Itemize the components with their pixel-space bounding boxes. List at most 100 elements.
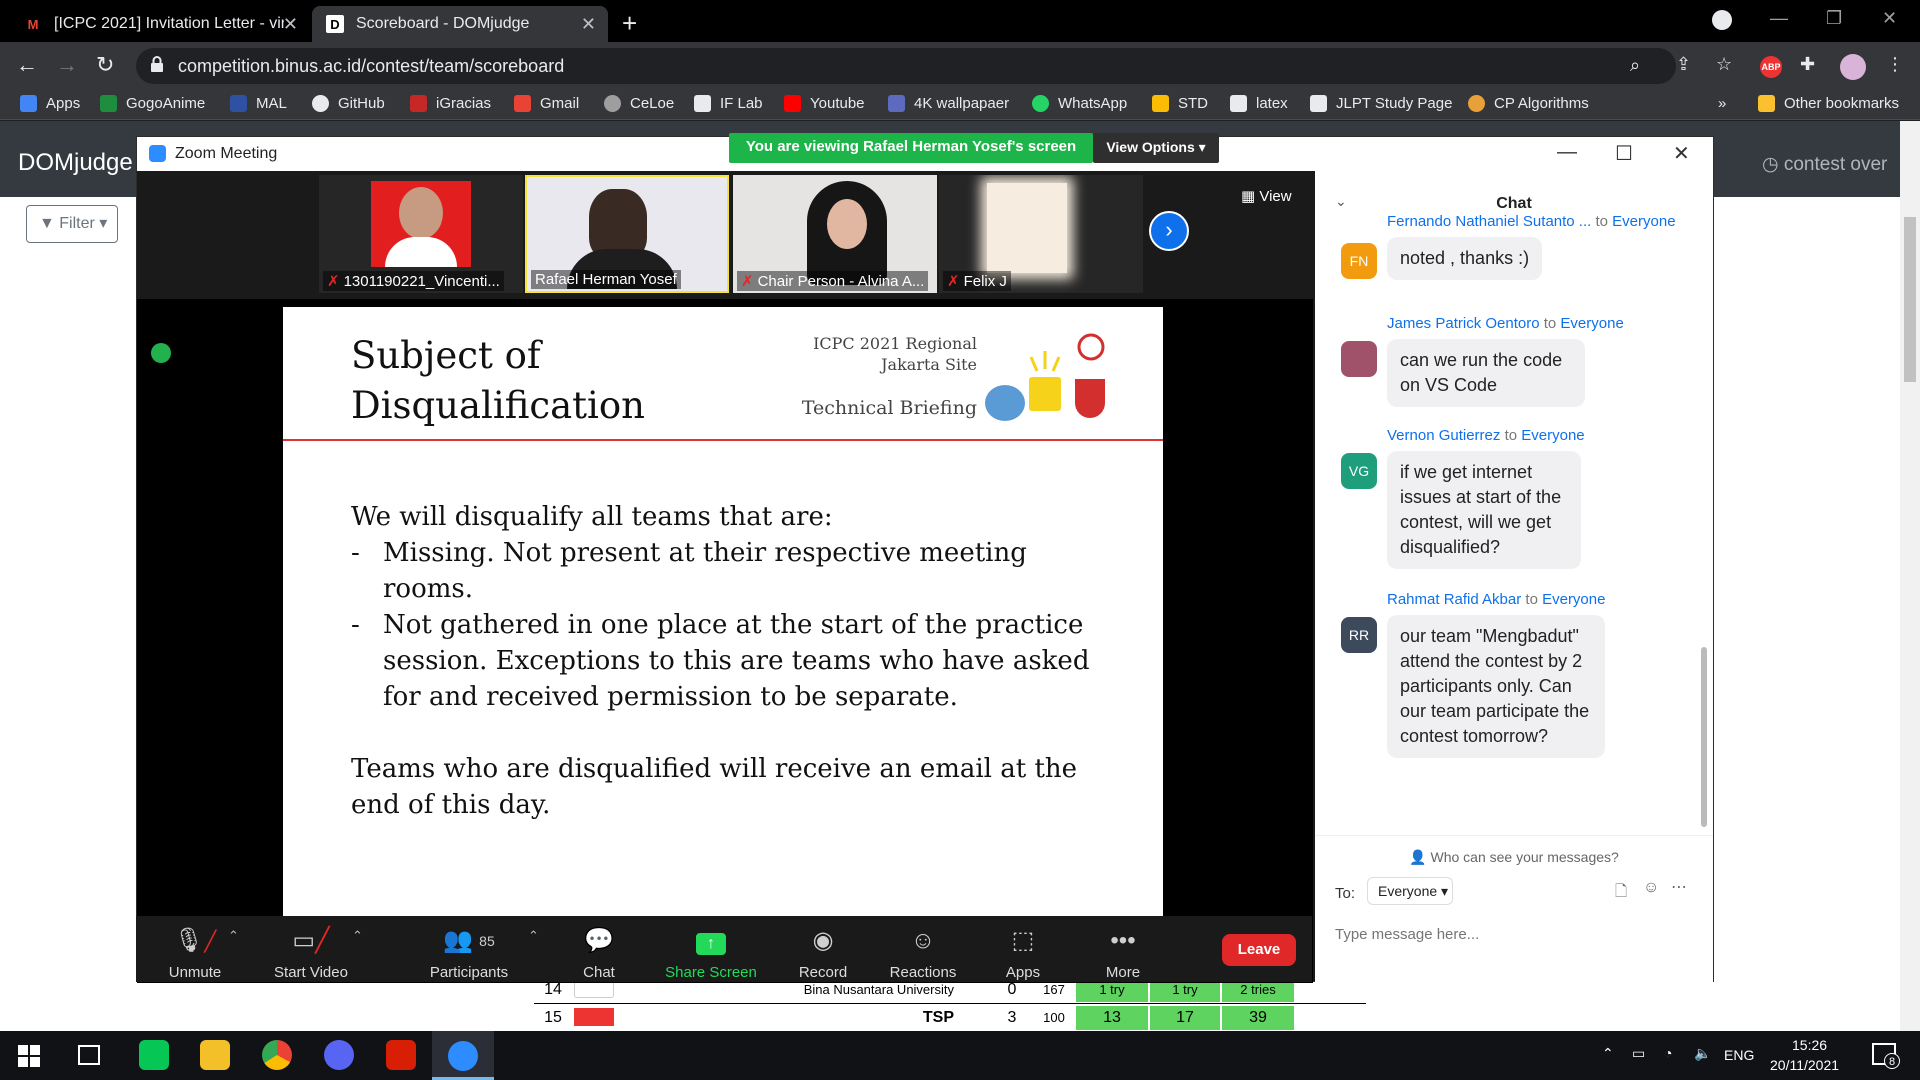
participant-tile[interactable]: Rafael Herman Yosef: [525, 175, 729, 293]
chat-message-input[interactable]: [1335, 919, 1695, 949]
leave-button[interactable]: Leave: [1222, 934, 1296, 966]
table-row[interactable]: 15 TSP 3 100 13 17 39: [534, 1004, 1366, 1032]
chat-button[interactable]: 💬 Chat: [544, 926, 654, 981]
acrobat-icon[interactable]: [386, 1040, 416, 1070]
bookmark-other[interactable]: Other bookmarks: [1758, 95, 1899, 112]
bookmark-mal[interactable]: MAL: [230, 95, 287, 112]
gallery-next-icon[interactable]: ›: [1149, 211, 1189, 251]
more-button[interactable]: ••• More: [1068, 926, 1178, 981]
bookmarks-overflow-icon[interactable]: »: [1718, 95, 1726, 112]
tab-search-icon[interactable]: [1712, 10, 1732, 30]
notification-icon[interactable]: 8: [1872, 1043, 1900, 1069]
whatsapp-icon: [1032, 95, 1049, 112]
gmail-icon: [514, 95, 531, 112]
page-scrollbar[interactable]: [1900, 121, 1920, 1031]
bookmark-cp-algorithms[interactable]: CP Algorithms: [1468, 95, 1589, 112]
bookmark-wallpaper[interactable]: 4K wallpapaer: [888, 95, 1009, 112]
bookmark-youtube[interactable]: Youtube: [784, 95, 865, 112]
reactions-icon: ☺: [910, 927, 936, 954]
chrome-icon[interactable]: [262, 1040, 292, 1070]
wifi-icon[interactable]: ◔: [1664, 1045, 1672, 1061]
who-can-see-link[interactable]: 👤 Who can see your messages?: [1315, 849, 1713, 866]
tab-scoreboard[interactable]: D Scoreboard - DOMjudge ✕: [312, 6, 608, 42]
chat-recipient-select[interactable]: Everyone ▾: [1367, 877, 1453, 905]
emoji-icon[interactable]: ☺: [1643, 879, 1659, 897]
bookmark-latex[interactable]: latex: [1230, 95, 1288, 112]
participant-tile[interactable]: ✗ 1301190221_Vincenti...: [319, 175, 523, 293]
apps-button[interactable]: ⬚ Apps: [968, 926, 1078, 981]
menu-icon[interactable]: ⋮: [1886, 54, 1904, 75]
chat-bubble: can we run the code on VS Code: [1387, 339, 1585, 407]
adblock-icon[interactable]: ABP: [1760, 56, 1782, 78]
scrollbar-thumb[interactable]: [1904, 217, 1916, 382]
chevron-up-icon[interactable]: ⌃: [352, 928, 363, 944]
maximize-icon[interactable]: ☐: [1615, 141, 1633, 166]
close-icon[interactable]: ✕: [283, 14, 298, 35]
view-options-button[interactable]: View Options ▾: [1093, 133, 1219, 163]
start-video-button[interactable]: ▭╱ Start Video: [256, 926, 366, 981]
bookmark-gmail[interactable]: Gmail: [514, 95, 579, 112]
reload-icon[interactable]: ↻: [96, 52, 114, 78]
participants-button[interactable]: 👥 85 Participants: [414, 926, 524, 981]
forward-icon[interactable]: →: [56, 52, 78, 78]
participant-tile[interactable]: ✗ Chair Person - Alvina A...: [733, 175, 937, 293]
file-icon[interactable]: 🗋: [1615, 881, 1627, 906]
address-bar[interactable]: competition.binus.ac.id/contest/team/sco…: [136, 48, 1676, 84]
gallery-view-button[interactable]: ▦ View: [1241, 187, 1292, 205]
discord-icon[interactable]: [324, 1040, 354, 1070]
windows-start-icon[interactable]: [18, 1045, 40, 1067]
bookmark-iflab[interactable]: IF Lab: [694, 95, 763, 112]
restore-icon[interactable]: ❐: [1826, 8, 1842, 29]
language-indicator[interactable]: ENG: [1724, 1047, 1754, 1063]
bookmark-igracias[interactable]: iGracias: [410, 95, 491, 112]
file-explorer-icon[interactable]: [200, 1040, 230, 1070]
chat-scrollbar[interactable]: [1701, 227, 1709, 827]
chevron-up-icon[interactable]: ⌃: [1602, 1045, 1614, 1062]
jlpt-icon: [1310, 95, 1327, 112]
muted-mic-icon: ✗: [741, 273, 754, 290]
close-icon[interactable]: ✕: [581, 14, 596, 35]
bookmark-star-icon[interactable]: ☆: [1716, 54, 1732, 75]
more-options-icon[interactable]: ⋯: [1671, 877, 1687, 897]
bookmark-whatsapp[interactable]: WhatsApp: [1032, 95, 1127, 112]
minimize-icon[interactable]: —: [1770, 8, 1788, 29]
close-window-icon[interactable]: ✕: [1882, 8, 1897, 29]
participant-tile[interactable]: ✗ Felix J: [939, 175, 1143, 293]
line-app-icon[interactable]: [139, 1040, 169, 1070]
bookmark-jlpt[interactable]: JLPT Study Page: [1310, 95, 1452, 112]
new-tab-button[interactable]: +: [622, 8, 637, 39]
bookmark-apps[interactable]: Apps: [20, 95, 80, 112]
bookmark-gogoanime[interactable]: GogoAnime: [100, 95, 205, 112]
tab-gmail[interactable]: M [ICPC 2021] Invitation Letter - vin ✕: [10, 6, 310, 42]
clock-date[interactable]: 20/11/2021: [1770, 1057, 1839, 1073]
battery-icon[interactable]: ▭: [1632, 1045, 1645, 1062]
extensions-icon[interactable]: ✚: [1800, 54, 1815, 75]
volume-icon[interactable]: 🔈: [1694, 1045, 1711, 1062]
chevron-up-icon[interactable]: ⌃: [528, 928, 539, 944]
zoom-lens-icon[interactable]: ⌕: [1630, 55, 1640, 76]
zoom-taskbar-button[interactable]: [432, 1031, 494, 1080]
reactions-button[interactable]: ☺ Reactions: [868, 926, 978, 981]
clock-time[interactable]: 15:26: [1792, 1037, 1827, 1053]
filter-button[interactable]: ▼ Filter ▾: [26, 205, 118, 243]
bookmark-celoe[interactable]: CeLoe: [604, 95, 674, 112]
bookmark-std[interactable]: STD: [1152, 95, 1208, 112]
close-icon[interactable]: ✕: [1673, 141, 1690, 166]
back-icon[interactable]: ←: [16, 52, 38, 78]
task-view-icon[interactable]: [78, 1045, 100, 1065]
browser-tab-strip: M [ICPC 2021] Invitation Letter - vin ✕ …: [0, 0, 1920, 42]
share-screen-button[interactable]: ↑ Share Screen: [656, 926, 766, 981]
chat-bubble: our team "Mengbadut" attend the contest …: [1387, 615, 1605, 758]
avatar[interactable]: [1840, 54, 1866, 80]
zoom-window-title: Zoom Meeting: [175, 145, 278, 162]
bookmark-github[interactable]: GitHub: [312, 95, 385, 112]
scrollbar-thumb[interactable]: [1701, 647, 1707, 827]
chevron-up-icon[interactable]: ⌃: [228, 928, 239, 944]
minimize-icon[interactable]: —: [1557, 141, 1577, 164]
domjudge-brand[interactable]: DOMjudge: [18, 149, 133, 177]
shield-icon[interactable]: [151, 343, 171, 363]
windows-taskbar: ⌃ ▭ ◔ 🔈 ENG 15:26 20/11/2021 8: [0, 1031, 1920, 1080]
record-button[interactable]: ◉ Record: [768, 926, 878, 981]
chat-bubble-icon: 💬: [584, 927, 614, 954]
share-icon[interactable]: ⇪: [1676, 54, 1691, 75]
